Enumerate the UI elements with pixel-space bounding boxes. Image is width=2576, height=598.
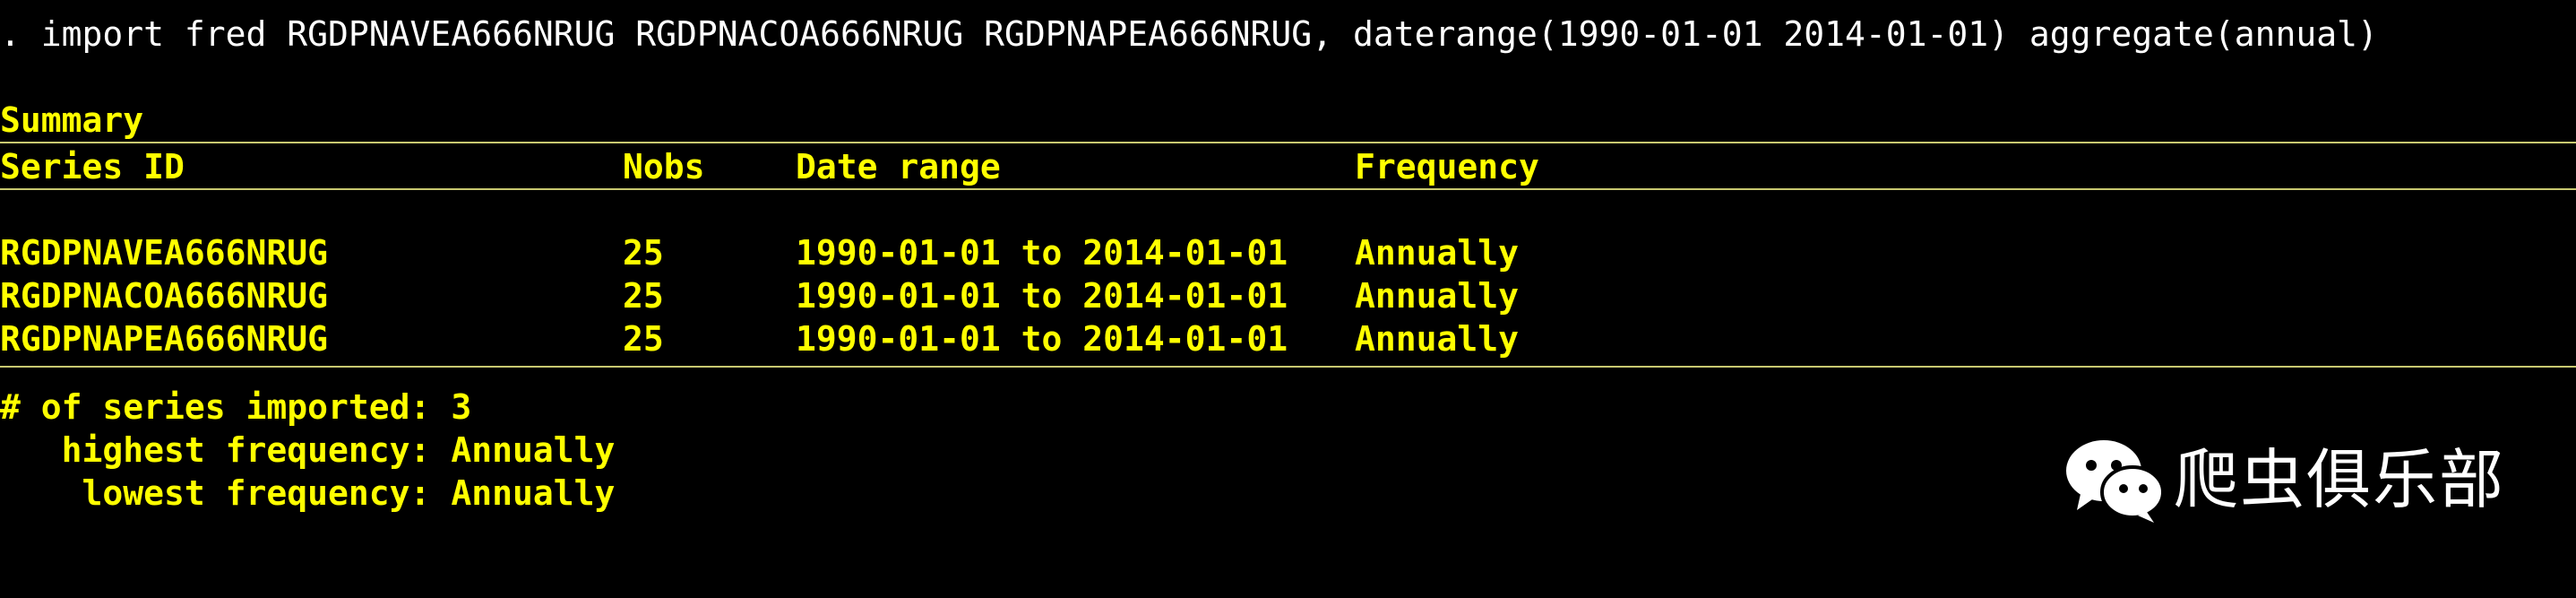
date-range-cell: 1990-01-01 to 2014-01-01 bbox=[796, 319, 1288, 359]
series-id-cell: RGDPNAVEA666NRUG bbox=[0, 233, 329, 273]
table-row: RGDPNAPEA666NRUG 25 1990-01-01 to 2014-0… bbox=[0, 317, 2576, 360]
header-series-id: Series ID bbox=[0, 147, 185, 186]
table-row: RGDPNACOA666NRUG 25 1990-01-01 to 2014-0… bbox=[0, 274, 2576, 317]
nobs-cell: 25 bbox=[623, 276, 664, 316]
table-header: Series ID Nobs Date range Frequency bbox=[0, 145, 2576, 188]
wechat-icon bbox=[2061, 435, 2168, 524]
date-range-cell: 1990-01-01 to 2014-01-01 bbox=[796, 233, 1288, 273]
table-row: RGDPNAVEA666NRUG 25 1990-01-01 to 2014-0… bbox=[0, 231, 2576, 274]
frequency-cell: Annually bbox=[1355, 233, 1520, 273]
command-line: . import fred RGDPNAVEA666NRUG RGDPNACOA… bbox=[0, 14, 2378, 54]
watermark: 爬虫俱乐部 bbox=[2061, 430, 2505, 529]
header-nobs: Nobs bbox=[623, 147, 705, 186]
series-id-cell: RGDPNACOA666NRUG bbox=[0, 276, 329, 316]
header-frequency: Frequency bbox=[1355, 147, 1539, 186]
nobs-cell: 25 bbox=[623, 233, 664, 273]
series-imported-count: # of series imported: 3 bbox=[0, 387, 472, 427]
summary-heading: Summary bbox=[0, 100, 144, 140]
frequency-cell: Annually bbox=[1355, 276, 1520, 316]
header-date-range: Date range bbox=[796, 147, 1001, 186]
series-id-cell: RGDPNAPEA666NRUG bbox=[0, 319, 329, 359]
frequency-cell: Annually bbox=[1355, 319, 1520, 359]
date-range-cell: 1990-01-01 to 2014-01-01 bbox=[796, 276, 1288, 316]
nobs-cell: 25 bbox=[623, 319, 664, 359]
watermark-text: 爬虫俱乐部 bbox=[2174, 442, 2506, 517]
